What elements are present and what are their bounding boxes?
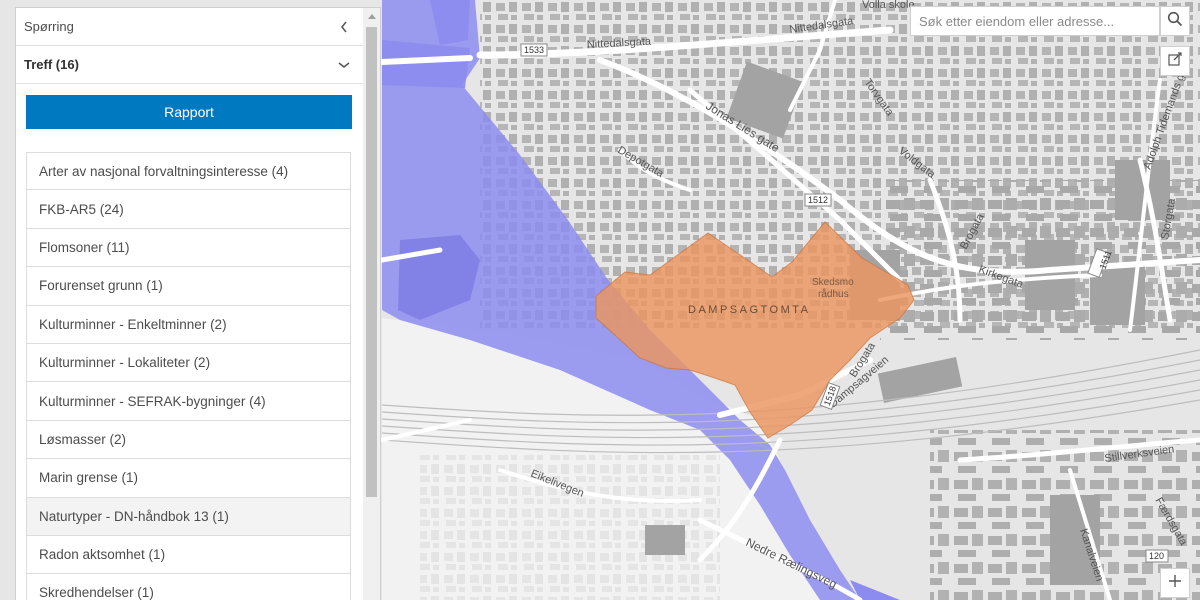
layer-result-list: Arter av nasjonal forvaltningsinteresse … [26, 152, 351, 600]
results-count-label: Treff (16) [24, 57, 79, 72]
scrollbar-thumb[interactable] [366, 27, 377, 497]
zoom-in-button[interactable] [1160, 568, 1190, 598]
chevron-down-icon [337, 58, 351, 72]
road-shield: 1533 [524, 45, 544, 55]
road-shield: 120 [1149, 551, 1164, 561]
scroll-up-arrow-icon[interactable] [363, 8, 380, 25]
layer-result-item[interactable]: Naturtyper - DN-håndbok 13 (1) [26, 497, 351, 536]
layer-result-item[interactable]: Arter av nasjonal forvaltningsinteresse … [26, 152, 351, 191]
map-tool-button[interactable] [1160, 46, 1190, 76]
layer-result-item[interactable]: Forurenset grunn (1) [26, 267, 351, 306]
search-box [910, 6, 1160, 36]
street-label: Volla skole [862, 0, 915, 11]
report-button[interactable]: Rapport [26, 95, 352, 129]
search-input[interactable] [911, 7, 1159, 35]
building-label: rådhus [818, 288, 849, 300]
layer-result-item[interactable]: FKB-AR5 (24) [26, 190, 351, 229]
building-label: Skedsmo [812, 277, 854, 288]
layer-result-item[interactable]: Kulturminner - Lokaliteter (2) [26, 343, 351, 383]
panel-scrollbar[interactable] [363, 8, 380, 600]
layer-result-item[interactable]: Radon aktsomhet (1) [26, 535, 351, 575]
layer-result-item[interactable]: Kulturminner - SEFRAK-bygninger (4) [26, 382, 351, 421]
chevron-left-icon[interactable] [337, 20, 351, 34]
panel-title: Spørring [24, 19, 74, 34]
search-button[interactable] [1160, 6, 1190, 36]
place-label: DAMPSAGTOMTA [688, 304, 811, 316]
layer-result-item[interactable]: Løsmasser (2) [26, 420, 351, 460]
layer-result-item[interactable]: Skredhendelser (1) [26, 574, 351, 600]
road-shield: 1512 [808, 195, 828, 205]
panel-header: Spørring [16, 8, 363, 46]
edit-map-icon [1168, 51, 1182, 71]
results-toggle[interactable]: Treff (16) [16, 46, 363, 84]
layer-result-item[interactable]: Kulturminner - Enkeltminner (2) [26, 305, 351, 344]
search-icon [1167, 11, 1183, 32]
query-panel: Spørring Treff (16) Rapport Arter av nas… [15, 7, 381, 600]
layer-result-item[interactable]: Flomsoner (11) [26, 228, 351, 268]
plus-icon [1168, 574, 1182, 593]
layer-result-item[interactable]: Marin grense (1) [26, 459, 351, 498]
